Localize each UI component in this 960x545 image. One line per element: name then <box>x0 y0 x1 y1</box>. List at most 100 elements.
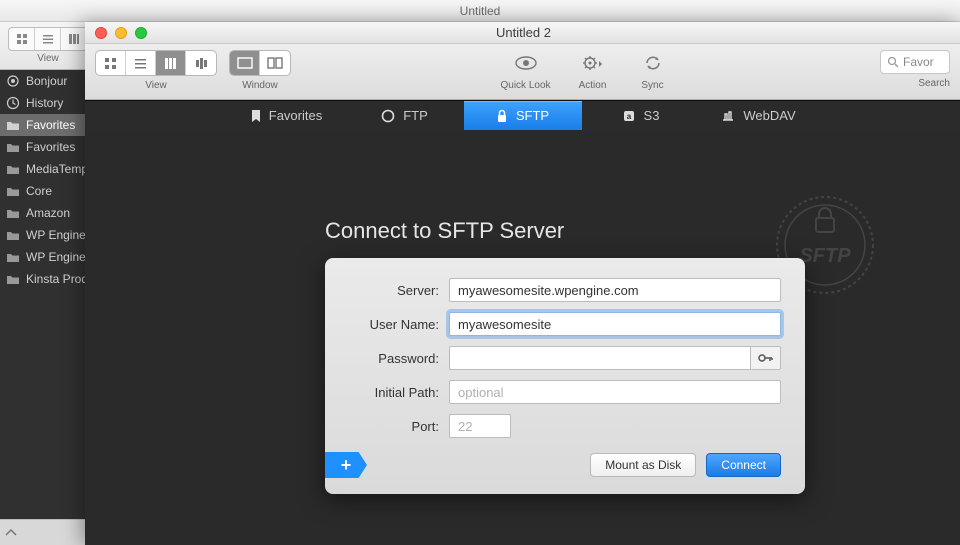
initialpath-input[interactable] <box>449 380 781 404</box>
fg-toolbar: View Window Quick Look Action Sync <box>85 44 960 100</box>
add-favorite-button[interactable]: + <box>325 452 367 478</box>
sync-button[interactable] <box>635 50 671 76</box>
grid-view-icon[interactable] <box>96 51 126 75</box>
tab-label: FTP <box>403 108 428 123</box>
sidebar-item-label: History <box>26 96 63 110</box>
minimize-window-button[interactable] <box>115 27 127 39</box>
folder-icon <box>6 251 20 263</box>
single-pane-icon[interactable] <box>230 51 260 75</box>
port-label: Port: <box>349 419 449 434</box>
bg-sidebar: Bonjour History Favorites Favorites Medi… <box>0 70 85 545</box>
tab-webdav[interactable]: WebDAV <box>700 101 818 131</box>
tab-label: Favorites <box>269 108 322 123</box>
grid-view-icon[interactable] <box>9 28 35 50</box>
password-input[interactable] <box>449 346 751 370</box>
folder-icon <box>6 229 20 241</box>
sidebar-item-history[interactable]: History <box>0 92 85 114</box>
keychain-button[interactable] <box>751 346 781 370</box>
folder-icon <box>6 119 20 131</box>
username-input[interactable] <box>449 312 781 336</box>
connect-button[interactable]: Connect <box>706 453 781 477</box>
search-placeholder: Favor <box>903 55 934 69</box>
tab-label: WebDAV <box>743 108 795 123</box>
action-label: Action <box>579 80 607 91</box>
search-input[interactable]: Favor <box>880 50 950 74</box>
window-mode-group[interactable] <box>229 50 291 76</box>
list-view-icon[interactable] <box>126 51 156 75</box>
lock-icon <box>496 109 508 123</box>
search-label: Search <box>918 78 950 89</box>
bg-sidebar-footer <box>0 519 85 545</box>
folder-icon <box>6 163 20 175</box>
folder-icon <box>6 273 20 285</box>
server-input[interactable] <box>449 278 781 302</box>
circle-icon <box>381 109 395 123</box>
tab-label: S3 <box>644 108 660 123</box>
password-label: Password: <box>349 351 449 366</box>
bg-view-mode-group[interactable] <box>8 27 88 51</box>
key-icon <box>758 353 774 363</box>
sidebar-item-label: Favorites <box>26 140 75 154</box>
bg-window-title: Untitled <box>0 0 960 22</box>
port-input[interactable] <box>449 414 511 438</box>
sidebar-item-label: WP Engine <box>26 228 85 242</box>
sidebar-item-core[interactable]: Core <box>0 180 85 202</box>
coverflow-view-icon[interactable] <box>186 51 216 75</box>
window-title: Untitled 2 <box>157 25 890 40</box>
sidebar-item-label: MediaTemp <box>26 162 85 176</box>
sidebar-item-label: Favorites <box>26 118 75 132</box>
view-toolbar-label: View <box>145 80 167 91</box>
view-mode-group[interactable] <box>95 50 217 76</box>
fg-titlebar: Untitled 2 <box>85 22 960 44</box>
tab-s3[interactable]: a S3 <box>582 101 700 131</box>
sidebar-item-amazon[interactable]: Amazon <box>0 202 85 224</box>
svg-text:a: a <box>626 112 631 121</box>
search-icon <box>887 56 899 68</box>
tab-label: SFTP <box>516 108 549 123</box>
sidebar-item-label: Core <box>26 184 52 198</box>
server-label: Server: <box>349 283 449 298</box>
zoom-window-button[interactable] <box>135 27 147 39</box>
sync-label: Sync <box>641 80 663 91</box>
folder-icon <box>6 185 20 197</box>
sidebar-item-label: WP Engine <box>26 250 85 264</box>
list-view-icon[interactable] <box>35 28 61 50</box>
foreground-window: Untitled 2 View Window Quick Look <box>85 22 960 545</box>
folder-icon <box>6 141 20 153</box>
sidebar-item-mediatemp[interactable]: MediaTemp <box>0 158 85 180</box>
sidebar-item-label: Kinsta Prod <box>26 272 85 286</box>
quicklook-button[interactable] <box>508 50 544 76</box>
column-view-icon[interactable] <box>156 51 186 75</box>
bookmark-icon <box>251 109 261 123</box>
sidebar-item-bonjour[interactable]: Bonjour <box>0 70 85 92</box>
page-heading: Connect to SFTP Server <box>325 218 564 244</box>
cube-icon: a <box>622 109 636 123</box>
quicklook-label: Quick Look <box>500 80 550 91</box>
webdav-icon <box>721 109 735 123</box>
connection-form: Server: User Name: Password: Initial Pat… <box>325 258 805 494</box>
tab-ftp[interactable]: FTP <box>346 101 464 131</box>
content-area: SFTP Connect to SFTP Server Server: User… <box>85 130 960 545</box>
chevron-up-icon[interactable] <box>4 528 18 538</box>
dual-pane-icon[interactable] <box>260 51 290 75</box>
sidebar-item-kinsta[interactable]: Kinsta Prod <box>0 268 85 290</box>
sidebar-item-favorites-2[interactable]: Favorites <box>0 136 85 158</box>
sidebar-item-wpengine-2[interactable]: WP Engine <box>0 246 85 268</box>
protocol-tabs: Favorites FTP SFTP a S3 WebDAV <box>85 100 960 130</box>
tab-sftp[interactable]: SFTP <box>464 101 582 131</box>
close-window-button[interactable] <box>95 27 107 39</box>
sidebar-item-label: Bonjour <box>26 74 67 88</box>
svg-text:SFTP: SFTP <box>799 245 851 267</box>
sidebar-item-favorites[interactable]: Favorites <box>0 114 85 136</box>
bg-view-label: View <box>37 53 59 64</box>
column-view-icon[interactable] <box>61 28 87 50</box>
sidebar-item-label: Amazon <box>26 206 70 220</box>
window-toolbar-label: Window <box>242 80 278 91</box>
tab-favorites[interactable]: Favorites <box>228 101 346 131</box>
mount-as-disk-button[interactable]: Mount as Disk <box>590 453 696 477</box>
action-button[interactable] <box>575 50 611 76</box>
sidebar-item-wpengine[interactable]: WP Engine <box>0 224 85 246</box>
clock-icon <box>6 96 20 110</box>
username-label: User Name: <box>349 317 449 332</box>
folder-icon <box>6 207 20 219</box>
